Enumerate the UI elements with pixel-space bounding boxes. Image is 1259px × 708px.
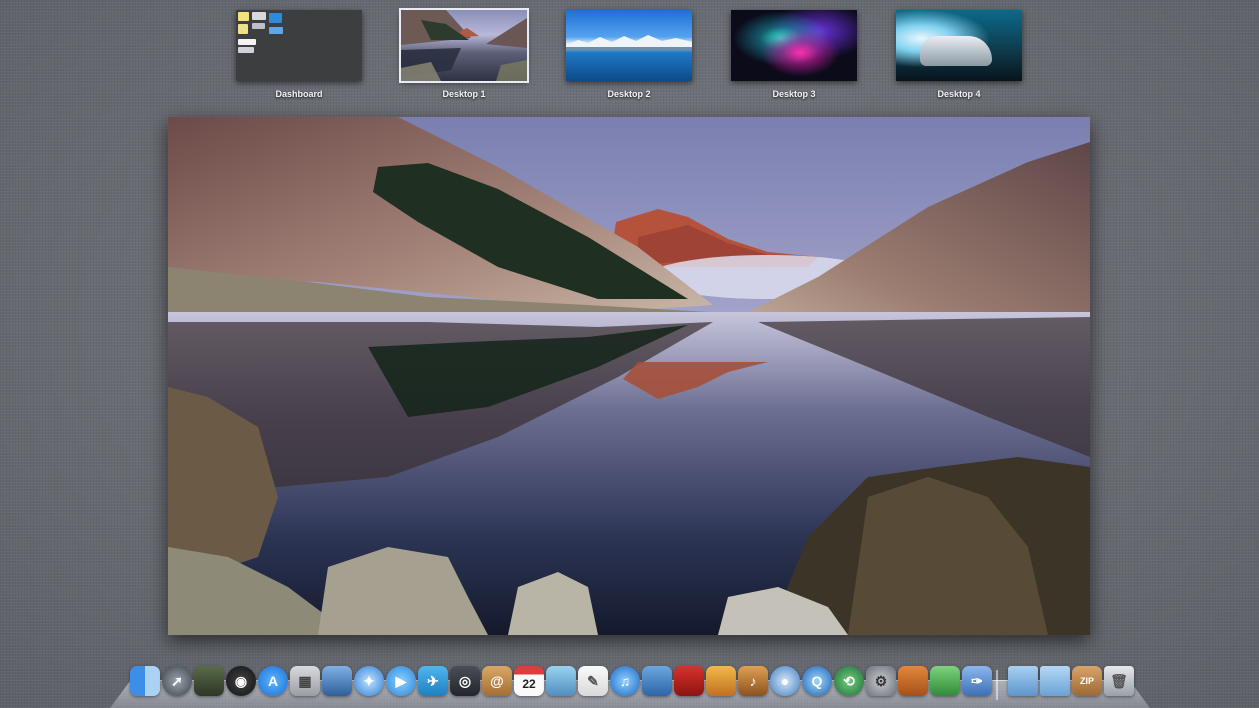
facetime-icon[interactable]: ◎ [450, 666, 480, 696]
preview-icon[interactable] [322, 666, 352, 696]
desktop-4-thumbnail [896, 10, 1022, 81]
system-preferences-icon[interactable]: ⚙ [866, 666, 896, 696]
dock: ➚ ◉ A ▦ ✦ ▶ ✈ ◎ @ 22 ✎ ♫ ♪ ● Q ⟲ ⚙ ✑ ZIP… [126, 666, 1136, 700]
calendar-day: 22 [522, 677, 536, 691]
space-label: Desktop 1 [442, 89, 486, 99]
zip-archive-icon[interactable]: ZIP [1072, 666, 1102, 696]
calculator-icon[interactable]: ▦ [290, 666, 320, 696]
box-icon[interactable] [642, 666, 672, 696]
space-desktop-2[interactable]: Desktop 2 [566, 10, 692, 99]
trash-icon[interactable]: 🗑 [1104, 666, 1134, 696]
space-label: Desktop 3 [772, 89, 816, 99]
desktop-preview[interactable] [168, 117, 1090, 635]
launchpad-icon[interactable]: ➚ [162, 666, 192, 696]
garageband-icon[interactable]: ♪ [738, 666, 768, 696]
photo-booth-icon[interactable] [674, 666, 704, 696]
safari-icon[interactable]: ✦ [354, 666, 384, 696]
wallpaper-landscape [168, 117, 1090, 635]
space-label: Desktop 2 [607, 89, 651, 99]
time-machine-icon[interactable]: ⟲ [834, 666, 864, 696]
spaces-bar: Dashboard Desktop 1 Desktop 2 Desktop 3 … [0, 0, 1259, 105]
dashboard-icon[interactable]: ◉ [226, 666, 256, 696]
app-store-icon[interactable]: A [258, 666, 288, 696]
space-desktop-4[interactable]: Desktop 4 [896, 10, 1022, 99]
space-label: Desktop 4 [937, 89, 981, 99]
ichat-icon[interactable]: ▶ [386, 666, 416, 696]
documents-folder-icon[interactable] [1040, 666, 1070, 696]
calendar-icon[interactable]: 22 [514, 666, 544, 696]
itunes-icon[interactable]: ♫ [610, 666, 640, 696]
space-desktop-1[interactable]: Desktop 1 [399, 8, 529, 99]
zip-label: ZIP [1079, 676, 1094, 686]
dvd-player-icon[interactable]: ● [770, 666, 800, 696]
desktop-2-thumbnail [566, 10, 692, 81]
desktop-3-thumbnail [731, 10, 857, 81]
space-dashboard[interactable]: Dashboard [236, 10, 362, 99]
applications-folder-icon[interactable] [1008, 666, 1038, 696]
dock-separator [996, 670, 998, 700]
finder-icon[interactable] [130, 666, 160, 696]
numbers-icon[interactable] [930, 666, 960, 696]
desktop-1-thumbnail [399, 8, 529, 83]
twitter-icon[interactable]: ✈ [418, 666, 448, 696]
address-book-icon[interactable]: @ [482, 666, 512, 696]
pages-icon[interactable]: ✑ [962, 666, 992, 696]
textedit-icon[interactable]: ✎ [578, 666, 608, 696]
photos-icon[interactable] [706, 666, 736, 696]
iphoto-icon[interactable] [546, 666, 576, 696]
dashboard-thumbnail [236, 10, 362, 81]
quicktime-icon[interactable]: Q [802, 666, 832, 696]
system-monitor-icon[interactable] [194, 666, 224, 696]
keynote-icon[interactable] [898, 666, 928, 696]
space-desktop-3[interactable]: Desktop 3 [731, 10, 857, 99]
space-label: Dashboard [275, 89, 323, 99]
